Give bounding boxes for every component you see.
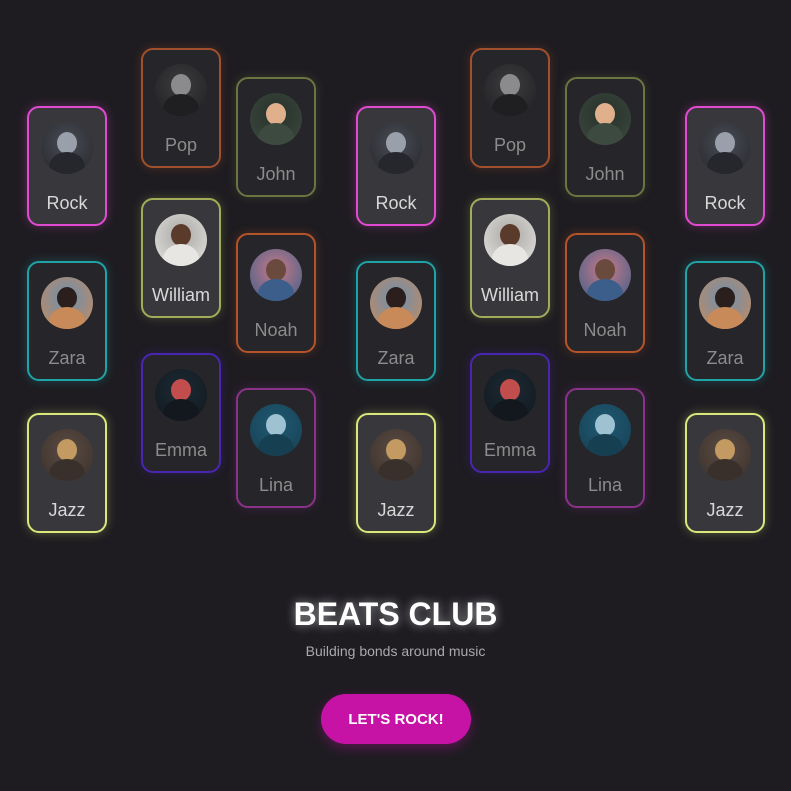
card-label: Pop [493, 135, 527, 155]
noah-avatar [579, 249, 631, 301]
card-jazz-2[interactable]: Jazz [356, 413, 436, 533]
card-label: Rock [704, 193, 746, 213]
card-label: Emma [154, 440, 207, 460]
card-rock-2[interactable]: Rock [356, 106, 436, 226]
card-zara-2[interactable]: Zara [356, 261, 436, 381]
zara-avatar [370, 277, 422, 329]
pop-crowd-avatar [155, 64, 207, 116]
william-avatar [484, 214, 536, 266]
card-jazz-1[interactable]: Jazz [27, 413, 107, 533]
card-lina-2[interactable]: Lina [565, 388, 645, 508]
card-william-1[interactable]: William [141, 198, 221, 318]
card-label: Jazz [377, 500, 415, 520]
page-title: BEATS CLUB [293, 596, 498, 632]
lets-rock-button[interactable]: LET'S ROCK! [321, 694, 471, 744]
card-zara-3[interactable]: Zara [685, 261, 765, 381]
noah-avatar [250, 249, 302, 301]
saxophone-avatar [699, 429, 751, 481]
zara-avatar [699, 277, 751, 329]
saxophone-avatar [370, 429, 422, 481]
emma-avatar [155, 369, 207, 421]
card-noah-2[interactable]: Noah [565, 233, 645, 353]
card-label: John [256, 164, 296, 184]
pop-crowd-avatar [484, 64, 536, 116]
card-label: John [585, 164, 625, 184]
emma-avatar [484, 369, 536, 421]
zara-avatar [41, 277, 93, 329]
john-avatar [250, 93, 302, 145]
card-label: Noah [254, 320, 298, 340]
card-label: Jazz [48, 500, 86, 520]
rock-concert-avatar [41, 122, 93, 174]
rock-concert-avatar [699, 122, 751, 174]
card-label: Zara [377, 348, 415, 368]
card-label: Rock [46, 193, 88, 213]
card-jazz-3[interactable]: Jazz [685, 413, 765, 533]
saxophone-avatar [41, 429, 93, 481]
william-avatar [155, 214, 207, 266]
card-label: William [152, 285, 210, 305]
lina-avatar [250, 404, 302, 456]
card-pop-1[interactable]: Pop [141, 48, 221, 168]
card-john-2[interactable]: John [565, 77, 645, 197]
card-label: Lina [258, 475, 294, 495]
tagline: Building bonds around music [305, 643, 486, 659]
card-lina-1[interactable]: Lina [236, 388, 316, 508]
card-zara-1[interactable]: Zara [27, 261, 107, 381]
card-rock-1[interactable]: Rock [27, 106, 107, 226]
john-avatar [579, 93, 631, 145]
card-label: Zara [48, 348, 86, 368]
card-john-1[interactable]: John [236, 77, 316, 197]
card-noah-1[interactable]: Noah [236, 233, 316, 353]
card-emma-2[interactable]: Emma [470, 353, 550, 473]
card-emma-1[interactable]: Emma [141, 353, 221, 473]
card-label: Jazz [706, 500, 744, 520]
card-label: Lina [587, 475, 623, 495]
card-label: Rock [375, 193, 417, 213]
card-label: Noah [583, 320, 627, 340]
card-pop-2[interactable]: Pop [470, 48, 550, 168]
card-label: Zara [706, 348, 744, 368]
card-label: Emma [483, 440, 536, 460]
rock-concert-avatar [370, 122, 422, 174]
lina-avatar [579, 404, 631, 456]
card-label: William [481, 285, 539, 305]
card-william-2[interactable]: William [470, 198, 550, 318]
card-label: Pop [164, 135, 198, 155]
card-rock-3[interactable]: Rock [685, 106, 765, 226]
